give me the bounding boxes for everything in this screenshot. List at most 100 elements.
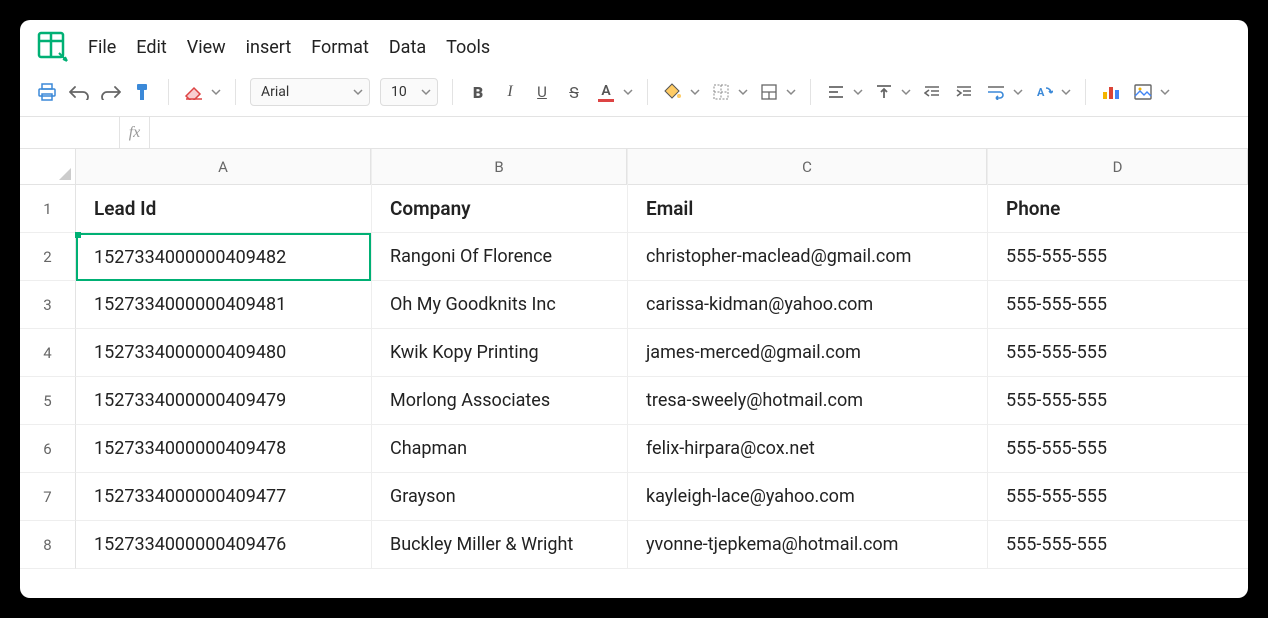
row-header-6[interactable]: 6 [20, 425, 76, 473]
cell-d3[interactable]: 555-555-555 [988, 281, 1248, 329]
menu-file[interactable]: File [88, 37, 116, 58]
text-color-caret-icon[interactable] [623, 87, 633, 97]
rotation-caret-icon[interactable] [1061, 87, 1071, 97]
row-header-2[interactable]: 2 [20, 233, 76, 281]
cell-c4[interactable]: james-merced@gmail.com [628, 329, 987, 377]
clear-format-icon[interactable] [183, 81, 205, 103]
merge-caret-icon[interactable] [786, 87, 796, 97]
column-a: A Lead Id 1527334000000409482 1527334000… [76, 149, 372, 569]
borders-icon[interactable] [710, 81, 732, 103]
app-logo-icon [36, 30, 70, 64]
underline-icon[interactable]: U [531, 81, 553, 103]
spreadsheet-window: File Edit View insert Format Data Tools [20, 20, 1248, 598]
svg-text:A: A [1037, 86, 1045, 99]
menu-tools[interactable]: Tools [446, 37, 490, 58]
cell-d4[interactable]: 555-555-555 [988, 329, 1248, 377]
image-caret-icon[interactable] [1160, 87, 1170, 97]
text-color-icon[interactable]: A [595, 81, 617, 103]
format-painter-icon[interactable] [132, 81, 154, 103]
menu-format[interactable]: Format [311, 37, 369, 58]
cell-b6[interactable]: Chapman [372, 425, 627, 473]
toolbar-separator [647, 79, 648, 105]
insert-chart-icon[interactable] [1100, 81, 1122, 103]
bold-icon[interactable]: B [467, 81, 489, 103]
cell-a5[interactable]: 1527334000000409479 [76, 377, 371, 425]
cell-c1[interactable]: Email [628, 185, 987, 233]
column-c: C Email christopher-maclead@gmail.com ca… [628, 149, 988, 569]
row-header-4[interactable]: 4 [20, 329, 76, 377]
cell-a3[interactable]: 1527334000000409481 [76, 281, 371, 329]
col-header-a[interactable]: A [76, 149, 371, 185]
italic-icon[interactable]: I [499, 81, 521, 103]
cell-b1[interactable]: Company [372, 185, 627, 233]
menu-view[interactable]: View [187, 37, 226, 58]
text-rotation-icon[interactable]: A [1033, 81, 1055, 103]
horizontal-align-icon[interactable] [825, 81, 847, 103]
cell-d8[interactable]: 555-555-555 [988, 521, 1248, 569]
menu-insert[interactable]: insert [246, 37, 292, 58]
indent-decrease-icon[interactable] [921, 81, 943, 103]
cell-d1[interactable]: Phone [988, 185, 1248, 233]
cell-c3[interactable]: carissa-kidman@yahoo.com [628, 281, 987, 329]
cell-d6[interactable]: 555-555-555 [988, 425, 1248, 473]
borders-caret-icon[interactable] [738, 87, 748, 97]
col-header-c[interactable]: C [628, 149, 987, 185]
cell-a4[interactable]: 1527334000000409480 [76, 329, 371, 377]
cell-d2[interactable]: 555-555-555 [988, 233, 1248, 281]
cell-d5[interactable]: 555-555-555 [988, 377, 1248, 425]
cell-b7[interactable]: Grayson [372, 473, 627, 521]
cell-b5[interactable]: Morlong Associates [372, 377, 627, 425]
cell-b4[interactable]: Kwik Kopy Printing [372, 329, 627, 377]
row-header-7[interactable]: 7 [20, 473, 76, 521]
row-header-1[interactable]: 1 [20, 185, 76, 233]
row-headers: 1 2 3 4 5 6 7 8 [20, 149, 76, 569]
cell-c6[interactable]: felix-hirpara@cox.net [628, 425, 987, 473]
redo-icon[interactable] [100, 81, 122, 103]
print-icon[interactable] [36, 81, 58, 103]
toolbar-separator [810, 79, 811, 105]
row-header-8[interactable]: 8 [20, 521, 76, 569]
fill-color-caret-icon[interactable] [690, 87, 700, 97]
cell-c8[interactable]: yvonne-tjepkema@hotmail.com [628, 521, 987, 569]
font-family-select[interactable]: Arial [250, 78, 370, 106]
wrap-caret-icon[interactable] [1013, 87, 1023, 97]
indent-increase-icon[interactable] [953, 81, 975, 103]
row-header-5[interactable]: 5 [20, 377, 76, 425]
cell-a1[interactable]: Lead Id [76, 185, 371, 233]
select-all-corner[interactable] [20, 149, 76, 185]
clear-format-caret-icon[interactable] [211, 87, 221, 97]
row-header-3[interactable]: 3 [20, 281, 76, 329]
name-box[interactable] [20, 117, 120, 148]
cell-d7[interactable]: 555-555-555 [988, 473, 1248, 521]
font-size-select[interactable]: 10 [380, 78, 438, 106]
cell-c5[interactable]: tresa-sweely@hotmail.com [628, 377, 987, 425]
fill-color-icon[interactable] [662, 81, 684, 103]
text-wrap-icon[interactable] [985, 81, 1007, 103]
col-header-d[interactable]: D [988, 149, 1248, 185]
col-header-b[interactable]: B [372, 149, 627, 185]
cell-a2[interactable]: 1527334000000409482 [76, 233, 371, 281]
merge-cells-icon[interactable] [758, 81, 780, 103]
menu-data[interactable]: Data [389, 37, 426, 58]
font-family-value: Arial [261, 84, 289, 100]
cell-c2[interactable]: christopher-maclead@gmail.com [628, 233, 987, 281]
cell-a8[interactable]: 1527334000000409476 [76, 521, 371, 569]
cell-b2[interactable]: Rangoni Of Florence [372, 233, 627, 281]
font-size-value: 10 [391, 84, 407, 100]
v-align-caret-icon[interactable] [901, 87, 911, 97]
column-b: B Company Rangoni Of Florence Oh My Good… [372, 149, 628, 569]
insert-image-icon[interactable] [1132, 81, 1154, 103]
cell-b3[interactable]: Oh My Goodknits Inc [372, 281, 627, 329]
toolbar: Arial 10 B I U S A [20, 72, 1248, 117]
cell-b8[interactable]: Buckley Miller & Wright [372, 521, 627, 569]
cell-a7[interactable]: 1527334000000409477 [76, 473, 371, 521]
undo-icon[interactable] [68, 81, 90, 103]
strikethrough-icon[interactable]: S [563, 81, 585, 103]
menu-edit[interactable]: Edit [136, 37, 166, 58]
formula-input[interactable] [150, 117, 1248, 148]
h-align-caret-icon[interactable] [853, 87, 863, 97]
vertical-align-icon[interactable] [873, 81, 895, 103]
spreadsheet-grid: 1 2 3 4 5 6 7 8 A Lead Id 15273340000004… [20, 149, 1248, 569]
cell-c7[interactable]: kayleigh-lace@yahoo.com [628, 473, 987, 521]
cell-a6[interactable]: 1527334000000409478 [76, 425, 371, 473]
